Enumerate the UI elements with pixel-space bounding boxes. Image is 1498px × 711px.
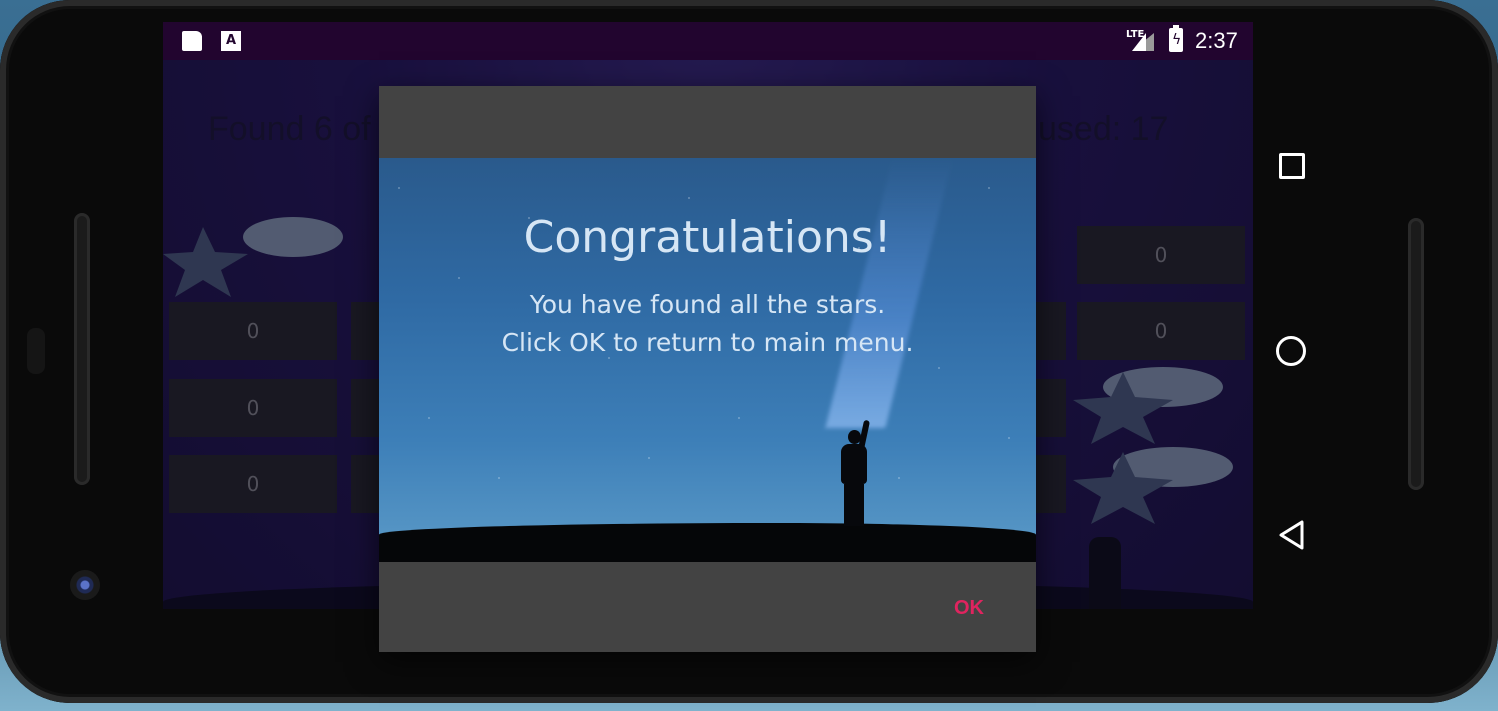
proximity-sensor <box>27 328 45 374</box>
speaker-grille-right <box>1408 218 1424 490</box>
speaker-grille-left <box>74 213 90 485</box>
home-circle-icon[interactable] <box>1276 336 1306 366</box>
person-silhouette <box>839 419 871 526</box>
dialog-night-sky-image: Congratulations! You have found all the … <box>379 158 1036 562</box>
dialog-message: You have found all the stars. Click OK t… <box>379 286 1036 362</box>
dialog-message-line-1: You have found all the stars. <box>529 290 886 319</box>
a-notification-icon: A <box>221 31 241 51</box>
battery-charging-icon: ϟ <box>1169 25 1183 52</box>
front-camera <box>70 570 100 600</box>
lte-signal-icon: LTE <box>1126 29 1156 53</box>
congratulations-dialog: Congratulations! You have found all the … <box>379 86 1036 652</box>
status-time: 2:37 <box>1195 28 1238 53</box>
recents-square-icon[interactable] <box>1279 153 1305 179</box>
dialog-message-line-2: Click OK to return to main menu. <box>501 328 914 357</box>
back-triangle-icon[interactable] <box>1278 519 1306 551</box>
status-bar: A LTE ϟ 2:37 <box>163 22 1253 60</box>
dialog-title: Congratulations! <box>523 212 892 263</box>
ground-silhouette <box>379 523 1036 562</box>
sd-card-icon <box>182 31 202 51</box>
ok-button[interactable]: OK <box>939 590 999 626</box>
phone-frame: A LTE ϟ 2:37 Found 6 of used: 17 0 0 0 0 <box>0 0 1498 703</box>
